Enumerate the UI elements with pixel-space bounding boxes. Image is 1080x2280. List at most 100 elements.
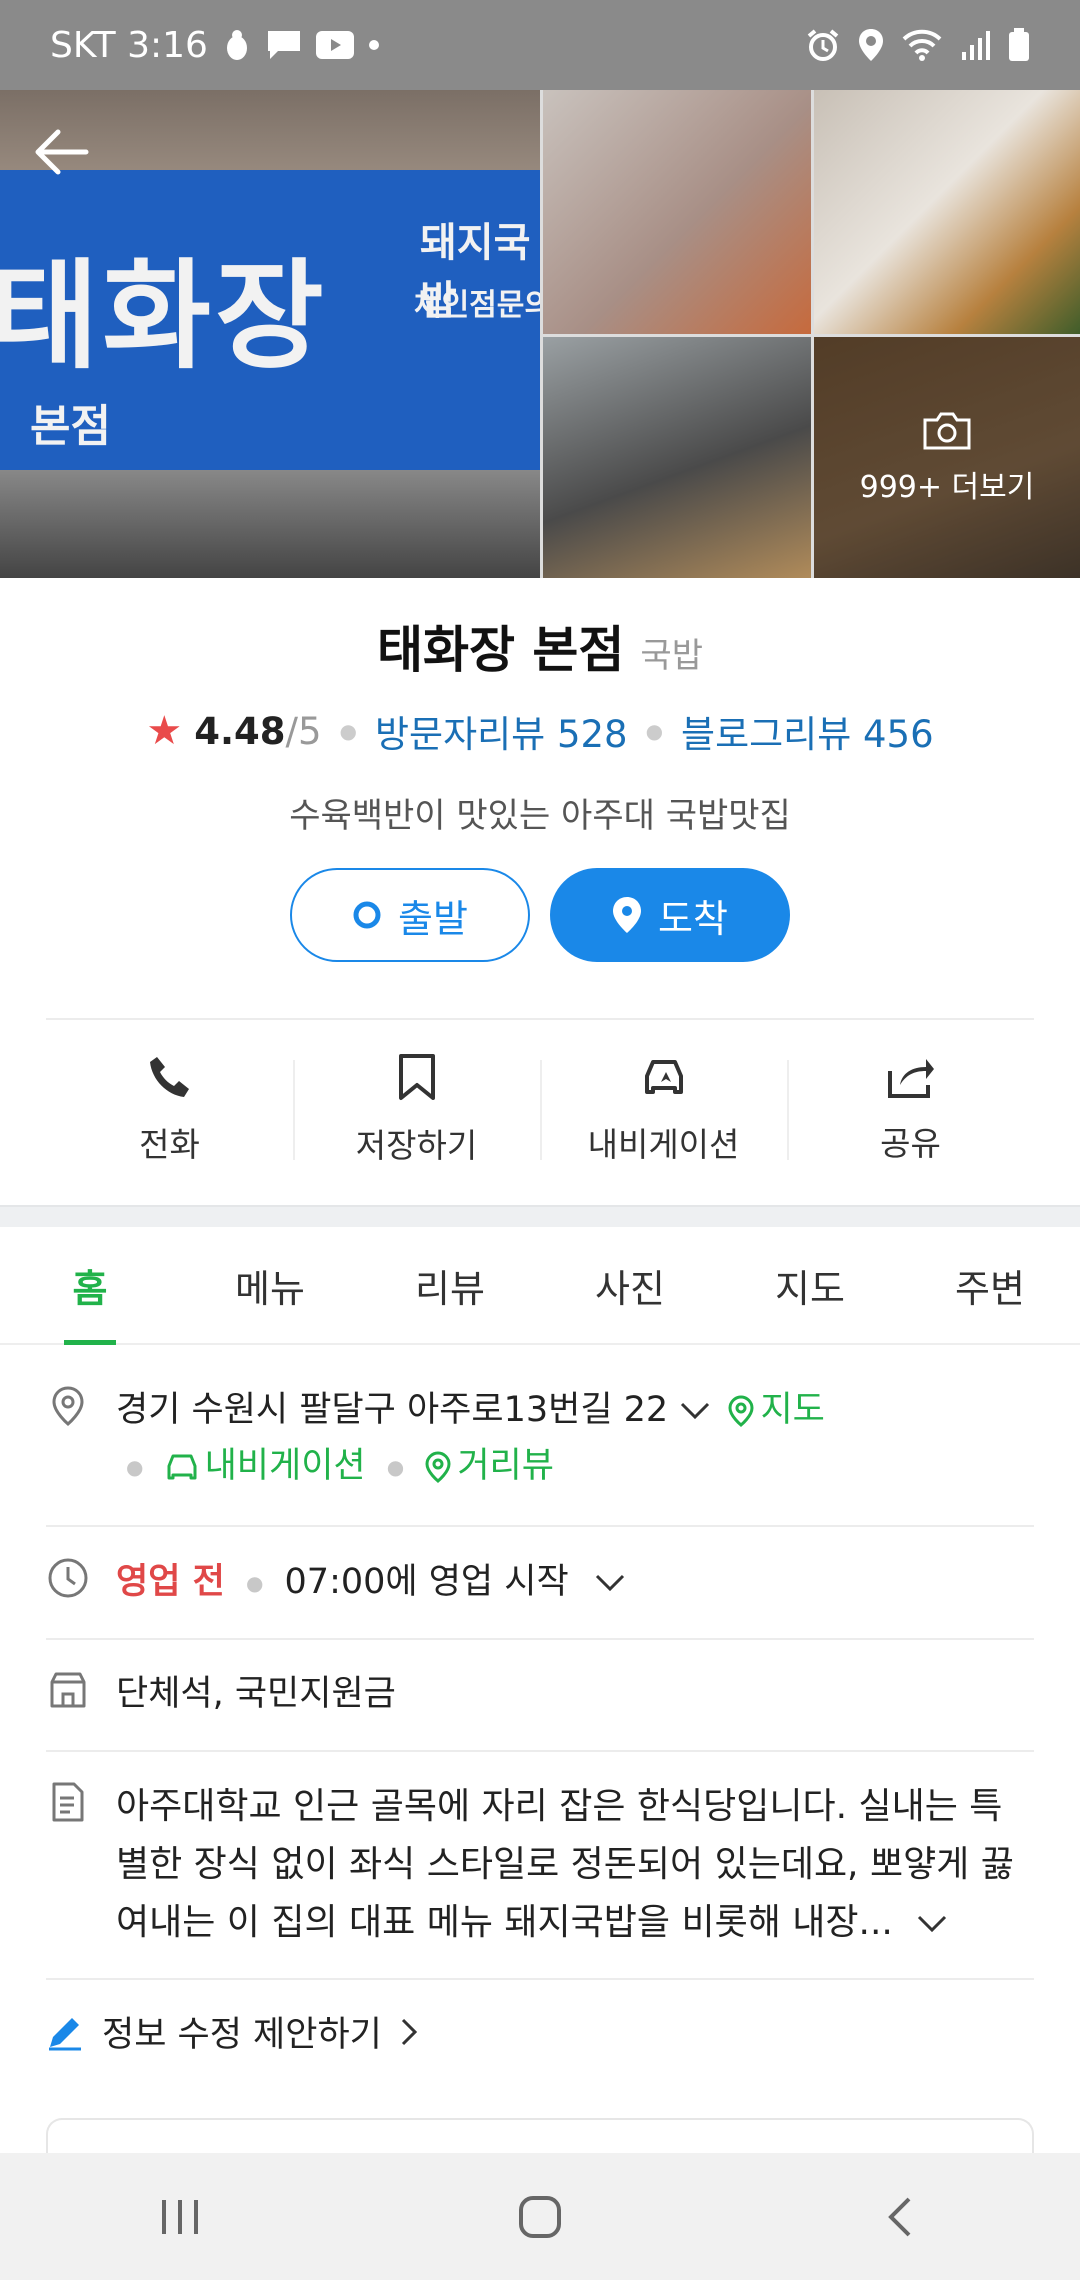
tab-photos[interactable]: 사진: [540, 1227, 720, 1343]
phone-icon: [149, 1057, 189, 1097]
share-icon: [887, 1059, 934, 1098]
sign-name-text: 태화장: [0, 246, 328, 385]
route-buttons: 출발 도착: [0, 868, 1080, 962]
location-icon: [858, 28, 884, 62]
message-icon: [266, 29, 302, 61]
rating-max: /5: [285, 709, 322, 753]
kitchen-photo[interactable]: [543, 337, 811, 578]
tab-bar: 홈 메뉴 리뷰 사진 지도 주변: [0, 1227, 1080, 1345]
system-back-icon: [888, 2197, 911, 2236]
start-point-icon: [353, 901, 381, 929]
store-icon: [50, 1672, 86, 1708]
storefront-entrance: [0, 470, 540, 578]
car-icon: [167, 1454, 197, 1480]
nav-link[interactable]: 내비게이션: [165, 1446, 377, 1486]
document-icon: [52, 1782, 84, 1822]
section-gap: [0, 1205, 1080, 1227]
route-end-label: 도착: [658, 896, 728, 941]
more-photos-label: 999+ 더보기: [859, 469, 1035, 505]
route-start-button[interactable]: 출발: [290, 868, 530, 962]
route-end-button[interactable]: 도착: [550, 868, 790, 962]
tab-map[interactable]: 지도: [720, 1227, 900, 1343]
business-hours-detail: 07:00에 영업 시작: [284, 1562, 569, 1602]
chevron-down-icon[interactable]: [594, 1573, 626, 1593]
back-button[interactable]: [30, 120, 94, 184]
suggest-edit-label: 정보 수정 제안하기: [102, 2015, 382, 2055]
chevron-down-icon[interactable]: [679, 1401, 711, 1421]
sign-branch-text: 본점: [30, 401, 111, 452]
chevron-right-icon: [401, 2018, 417, 2045]
amenities-text: 단체석, 국민지원금: [116, 1674, 396, 1714]
map-pin-icon: [728, 1395, 754, 1427]
map-link-label: 지도: [760, 1390, 825, 1430]
recent-apps-icon: [162, 2199, 198, 2234]
dot-icon: [368, 39, 380, 51]
visit-reviews-link[interactable]: 방문자리뷰 528: [375, 704, 628, 758]
place-tagline: 수육백반이 맛있는 아주대 국밥맛집: [289, 796, 791, 836]
description-text: 아주대학교 인근 골목에 자리 잡은 한식당입니다. 실내는 특별한 장식 없이…: [116, 1786, 1014, 1943]
signal-icon: [960, 30, 990, 60]
nav-link-label: 내비게이션: [204, 1446, 366, 1486]
tab-menu[interactable]: 메뉴: [180, 1227, 360, 1343]
pencil-icon: [49, 2017, 81, 2050]
street-view-link[interactable]: 거리뷰: [425, 1446, 554, 1486]
location-pin-icon: [52, 1386, 84, 1426]
system-nav-bar: [0, 2153, 1080, 2280]
blog-reviews-link[interactable]: 블로그리뷰 456: [681, 704, 934, 758]
youtube-icon: [315, 31, 354, 59]
address-row: 경기 수원시 팔달구 아주로13번길 22 지도 ● 내비게이션 ● 거리뷰: [46, 1382, 1034, 1495]
share-button[interactable]: 공유: [787, 1020, 1034, 1200]
amenities-row: 단체석, 국민지원금: [46, 1666, 1034, 1722]
hours-row[interactable]: 영업 전 ● 07:00에 영업 시작: [46, 1554, 1034, 1611]
separator-dot: ●: [245, 1571, 264, 1595]
carrier-time: SKT 3:16: [50, 24, 208, 66]
wifi-icon: [902, 29, 942, 61]
call-button[interactable]: 전화: [46, 1020, 293, 1200]
navigation-label: 내비게이션: [587, 1125, 740, 1164]
divider: [46, 1638, 1034, 1640]
rating-row: ★ 4.48/5 ● 방문자리뷰 528 ● 블로그리뷰 456: [0, 704, 1080, 758]
navigation-button[interactable]: 내비게이션: [540, 1020, 787, 1200]
call-label: 전화: [139, 1125, 200, 1164]
address-text[interactable]: 경기 수원시 팔달구 아주로13번길 22: [116, 1390, 668, 1430]
rating-score: 4.48: [194, 709, 286, 753]
sign-contact-text: 체인점문의:0: [414, 288, 540, 323]
car-navigation-icon: [644, 1060, 683, 1094]
photo-gallery[interactable]: 태화장 돼지국밥 체인점문의:0 본점 999+ 더보기: [0, 90, 1080, 578]
share-label: 공유: [880, 1124, 941, 1163]
separator-dot: ●: [386, 1455, 405, 1479]
separator-dot: ●: [645, 719, 664, 743]
action-bar: 전화 저장하기 내비게이션 공유: [46, 1020, 1034, 1200]
description-row[interactable]: 아주대학교 인근 골목에 자리 잡은 한식당입니다. 실내는 특별한 장식 없이…: [46, 1778, 1034, 1952]
battery-icon: [1008, 28, 1030, 62]
system-back-button[interactable]: [840, 2177, 960, 2257]
separator-dot: ●: [339, 719, 357, 743]
tab-home[interactable]: 홈: [0, 1227, 180, 1343]
alarm-icon: [806, 28, 840, 62]
save-button[interactable]: 저장하기: [293, 1020, 540, 1200]
home-icon: [519, 2195, 561, 2238]
notification-bug-icon: [222, 28, 252, 62]
business-status: 영업 전: [116, 1562, 225, 1602]
divider: [46, 1750, 1034, 1752]
clock-icon: [48, 1558, 88, 1598]
place-summary: 태화장 본점 국밥 ★ 4.48/5 ● 방문자리뷰 528 ● 블로그리뷰 4…: [0, 610, 1080, 837]
destination-pin-icon: [613, 897, 642, 933]
save-label: 저장하기: [355, 1126, 478, 1165]
back-arrow-icon: [35, 129, 89, 175]
food-photo-suyuk[interactable]: [543, 90, 811, 334]
more-photos-overlay[interactable]: 999+ 더보기: [814, 337, 1080, 578]
home-button[interactable]: [480, 2177, 600, 2257]
bookmark-icon: [398, 1054, 435, 1100]
food-photo-side-dishes[interactable]: [814, 90, 1080, 334]
tab-reviews[interactable]: 리뷰: [360, 1227, 540, 1343]
camera-icon: [923, 412, 971, 449]
more-photos-tile[interactable]: 999+ 더보기: [814, 337, 1080, 578]
chevron-down-icon[interactable]: [916, 1914, 948, 1934]
suggest-edit-link[interactable]: 정보 수정 제안하기: [46, 2006, 418, 2057]
divider: [46, 1525, 1034, 1527]
tab-nearby[interactable]: 주변: [900, 1227, 1080, 1343]
street-view-pin-icon: [425, 1451, 451, 1483]
map-link[interactable]: 지도: [728, 1390, 825, 1430]
recent-apps-button[interactable]: [120, 2177, 240, 2257]
